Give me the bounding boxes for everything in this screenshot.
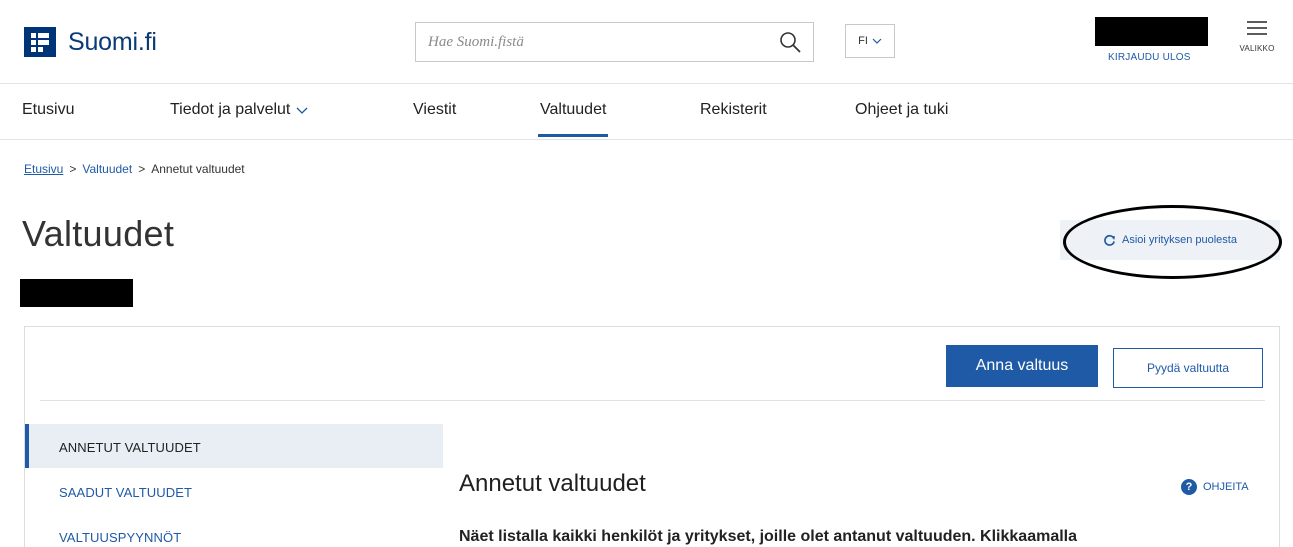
chevron-down-icon bbox=[872, 38, 882, 44]
nav-item-viestit[interactable]: Viestit bbox=[413, 101, 456, 119]
menu-label: VALIKKO bbox=[1239, 44, 1275, 53]
language-select[interactable]: FI bbox=[845, 24, 895, 58]
request-authorization-button[interactable]: Pyydä valtuutta bbox=[1113, 348, 1263, 388]
refresh-icon bbox=[1104, 234, 1116, 246]
nav-item-tiedot-ja-palvelut[interactable]: Tiedot ja palvelut bbox=[170, 101, 308, 119]
redacted-username bbox=[1095, 17, 1208, 46]
sidebar-item-saadut-valtuudet[interactable]: SAADUT VALTUUDET bbox=[59, 485, 192, 500]
nav-item-label: Viestit bbox=[413, 101, 457, 118]
hamburger-menu-icon bbox=[1247, 21, 1267, 35]
nav-item-label: Valtuudet bbox=[540, 101, 607, 118]
sidebar-item-valtuuspyynnot[interactable]: VALTUUSPYYNNÖT bbox=[59, 530, 181, 545]
nav-item-rekisterit[interactable]: Rekisterit bbox=[700, 101, 767, 119]
nav-item-etusivu[interactable]: Etusivu bbox=[22, 101, 74, 119]
help-icon: ? bbox=[1181, 479, 1197, 495]
search-box bbox=[415, 22, 814, 62]
redacted-name bbox=[20, 279, 133, 307]
breadcrumb-current: Annetut valtuudet bbox=[151, 162, 245, 176]
divider bbox=[40, 400, 1265, 401]
breadcrumb: Etusivu > Valtuudet > Annetut valtuudet bbox=[24, 162, 245, 176]
search-input[interactable] bbox=[416, 23, 767, 61]
search-icon bbox=[780, 32, 801, 53]
help-label: OHJEITA bbox=[1203, 481, 1249, 493]
chevron-down-icon bbox=[296, 107, 308, 114]
nav-item-label: Tiedot ja palvelut bbox=[170, 101, 291, 118]
act-on-behalf-of-company-button[interactable]: Asioi yrityksen puolesta bbox=[1060, 220, 1280, 260]
logout-link[interactable]: KIRJAUDU ULOS bbox=[1108, 52, 1191, 63]
menu-button[interactable]: VALIKKO bbox=[1237, 18, 1277, 68]
site-header: Suomi.fi FI KIRJAUDU ULOS VALIKKO bbox=[0, 0, 1293, 84]
nav-item-label: Rekisterit bbox=[700, 101, 767, 118]
company-button-label: Asioi yrityksen puolesta bbox=[1122, 234, 1237, 246]
search-button[interactable] bbox=[767, 23, 813, 61]
language-label: FI bbox=[858, 35, 868, 47]
section-title: Annetut valtuudet bbox=[459, 470, 646, 497]
sidebar-item-annetut-valtuudet[interactable]: ANNETUT VALTUUDET bbox=[59, 440, 201, 455]
breadcrumb-separator: > bbox=[138, 162, 146, 176]
breadcrumb-link-valtuudet[interactable]: Valtuudet bbox=[82, 162, 132, 176]
nav-item-ohjeet-ja-tuki[interactable]: Ohjeet ja tuki bbox=[855, 101, 948, 119]
nav-item-label: Ohjeet ja tuki bbox=[855, 101, 949, 118]
grid-logo-icon bbox=[24, 27, 56, 57]
section-description: Näet listalla kaikki henkilöt ja yrityks… bbox=[459, 528, 1077, 545]
logo-text: Suomi.fi bbox=[68, 27, 157, 56]
nav-item-label: Etusivu bbox=[22, 101, 75, 118]
breadcrumb-link-etusivu[interactable]: Etusivu bbox=[24, 162, 63, 176]
page-title: Valtuudet bbox=[22, 213, 175, 254]
nav-item-valtuudet[interactable]: Valtuudet bbox=[537, 101, 609, 137]
help-link[interactable]: ? OHJEITA bbox=[1181, 479, 1249, 495]
main-nav: Etusivu Tiedot ja palvelut Viestit Valtu… bbox=[0, 84, 1293, 140]
site-logo[interactable]: Suomi.fi bbox=[24, 27, 157, 57]
breadcrumb-separator: > bbox=[69, 162, 77, 176]
give-authorization-button[interactable]: Anna valtuus bbox=[946, 345, 1098, 387]
